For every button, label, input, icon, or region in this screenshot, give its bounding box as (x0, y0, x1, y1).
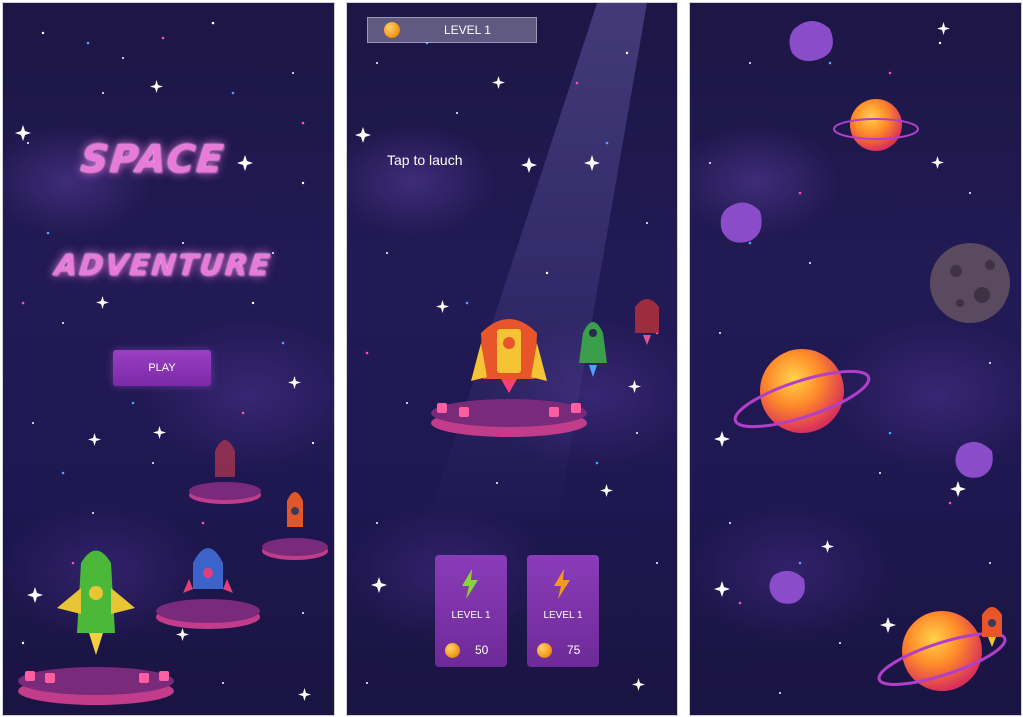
planet-icon (850, 99, 902, 151)
planet-level-2[interactable] (730, 349, 874, 438)
upgrade-card-1[interactable]: LEVEL 1 50 (435, 555, 507, 667)
sparkle-stars (714, 22, 966, 633)
asteroid-icon (769, 570, 805, 604)
background-art (355, 3, 659, 691)
player-rocket[interactable] (982, 607, 1002, 647)
launch-hint: Tap to lauch (387, 152, 463, 168)
rocket-icon (635, 299, 659, 333)
lightning-icon (554, 569, 570, 599)
card-price: 75 (567, 643, 581, 657)
planet-level-1[interactable] (833, 99, 919, 151)
light-beam (427, 3, 647, 523)
level-indicator: LEVEL 1 (367, 17, 537, 43)
rocket-platform-small-1 (189, 440, 261, 504)
star-field (709, 41, 991, 694)
rocket-platform-small-2 (262, 492, 328, 560)
asteroid-icon (955, 441, 993, 478)
title-line-2: ADVENTURE (53, 248, 274, 282)
lightning-icon (462, 569, 478, 599)
asteroid-icon (720, 202, 762, 243)
rocket-icon (215, 440, 235, 477)
upgrade-card-2[interactable]: LEVEL 1 75 (527, 555, 599, 667)
background-art (709, 21, 1010, 694)
moon-planet[interactable] (930, 243, 1010, 323)
rocket-option-red[interactable] (635, 299, 659, 345)
coin-icon (384, 22, 400, 38)
rocket-platform-large (18, 550, 174, 705)
rocket-platform-medium (156, 548, 260, 629)
title-line-1: SPACE (78, 137, 228, 181)
card-price: 50 (475, 643, 489, 657)
play-button[interactable]: PLAY (113, 350, 211, 386)
coin-icon (445, 643, 460, 658)
launch-screen: LEVEL 1 Tap to lauch LEVEL 1 50 LEVEL 1 … (346, 2, 678, 716)
space-map-screen (689, 2, 1022, 716)
card-level: LEVEL 1 (543, 610, 583, 621)
title-screen: SPACE ADVENTURE PLAY (2, 2, 335, 716)
asteroid-icon (789, 21, 833, 62)
level-label: LEVEL 1 (444, 23, 491, 37)
card-level: LEVEL 1 (451, 610, 491, 621)
coin-icon (537, 643, 552, 658)
